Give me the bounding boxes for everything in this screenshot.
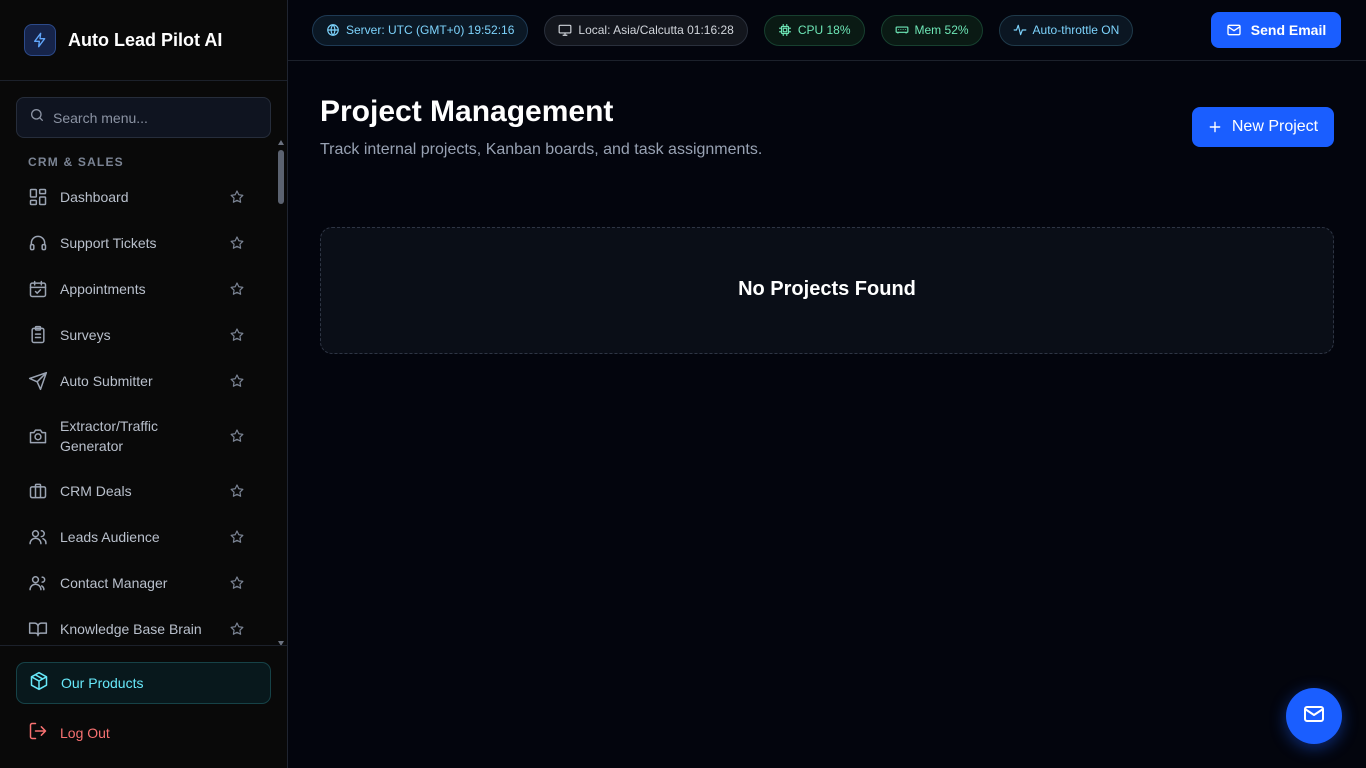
sidebar-item-appointments[interactable]: Appointments xyxy=(16,266,271,312)
page-content: Project Management Track internal projec… xyxy=(288,61,1366,354)
memory-pill: Mem 52% xyxy=(880,14,983,46)
logout-label: Log Out xyxy=(60,725,110,741)
memory-text: Mem 52% xyxy=(914,23,969,37)
send-email-label: Send Email xyxy=(1250,22,1327,38)
auto-throttle-text: Auto-throttle ON xyxy=(1032,23,1120,37)
sidebar-item-leads-audience[interactable]: Leads Audience xyxy=(16,514,271,560)
search-icon xyxy=(29,107,45,128)
star-icon[interactable] xyxy=(229,575,245,591)
sidebar: Auto Lead Pilot AI CRM & SALES Dashboard xyxy=(0,0,288,768)
search-wrapper xyxy=(0,81,287,138)
logout-icon xyxy=(28,721,48,746)
dashboard-grid-icon xyxy=(28,187,48,207)
send-email-button[interactable]: Send Email xyxy=(1211,12,1341,48)
star-icon[interactable] xyxy=(229,281,245,297)
book-open-icon xyxy=(28,619,48,639)
star-icon[interactable] xyxy=(229,483,245,499)
sidebar-item-label: Auto Submitter xyxy=(60,373,153,389)
sidebar-item-label: Knowledge Base Brain xyxy=(60,621,202,637)
search-box xyxy=(16,97,271,138)
star-icon[interactable] xyxy=(229,529,245,545)
app-root: Auto Lead Pilot AI CRM & SALES Dashboard xyxy=(0,0,1366,768)
server-time-text: Server: UTC (GMT+0) 19:52:16 xyxy=(346,23,515,37)
lightning-icon xyxy=(24,24,56,56)
sidebar-item-support-tickets[interactable]: Support Tickets xyxy=(16,220,271,266)
sidebar-item-label: Support Tickets xyxy=(60,235,157,251)
page-subtitle: Track internal projects, Kanban boards, … xyxy=(320,141,763,158)
memory-stick-icon xyxy=(895,23,909,37)
floating-mail-button[interactable] xyxy=(1286,688,1342,744)
sidebar-item-label: Surveys xyxy=(60,327,111,343)
globe-icon xyxy=(326,23,340,37)
scroll-up-arrow-icon[interactable] xyxy=(278,140,284,145)
page-title: Project Management xyxy=(320,95,614,128)
sidebar-scrollbar[interactable] xyxy=(277,138,285,645)
menu-area: CRM & SALES Dashboard Support Tickets Ap… xyxy=(0,138,287,645)
sidebar-item-dashboard[interactable]: Dashboard xyxy=(16,174,271,220)
auto-throttle-pill: Auto-throttle ON xyxy=(998,14,1134,46)
sidebar-item-label: Contact Manager xyxy=(60,575,168,591)
new-project-label: New Project xyxy=(1231,118,1319,135)
top-status-bar: Server: UTC (GMT+0) 19:52:16 Local: Asia… xyxy=(288,0,1366,61)
sidebar-item-label: Leads Audience xyxy=(60,529,160,545)
star-icon[interactable] xyxy=(229,189,245,205)
local-time-pill: Local: Asia/Calcutta 01:16:28 xyxy=(544,14,748,46)
plus-icon xyxy=(1208,120,1222,134)
sidebar-item-crm-deals[interactable]: CRM Deals xyxy=(16,468,271,514)
menu-list: Dashboard Support Tickets Appointments S… xyxy=(0,174,287,645)
cpu-text: CPU 18% xyxy=(797,23,851,37)
cpu-pill: CPU 18% xyxy=(763,14,865,46)
headset-icon xyxy=(28,233,48,253)
camera-icon xyxy=(28,426,48,446)
section-label-crm: CRM & SALES xyxy=(28,155,124,169)
package-icon xyxy=(29,671,49,696)
briefcase-icon xyxy=(28,481,48,501)
scroll-down-arrow-icon[interactable] xyxy=(278,641,284,645)
mail-icon xyxy=(1226,22,1242,38)
mail-icon xyxy=(1302,702,1326,731)
sidebar-item-auto-submitter[interactable]: Auto Submitter xyxy=(16,358,271,404)
brand-header: Auto Lead Pilot AI xyxy=(0,0,287,81)
star-icon[interactable] xyxy=(229,373,245,389)
server-time-pill: Server: UTC (GMT+0) 19:52:16 xyxy=(312,14,529,46)
activity-pulse-icon xyxy=(1013,23,1027,37)
empty-state-panel: No Projects Found xyxy=(320,227,1334,354)
sidebar-item-label: Appointments xyxy=(60,281,146,297)
sidebar-item-label: Dashboard xyxy=(60,189,129,205)
sidebar-item-extractor-traffic-generator[interactable]: Extractor/Traffic Generator xyxy=(16,404,271,468)
sidebar-item-surveys[interactable]: Surveys xyxy=(16,312,271,358)
star-icon[interactable] xyxy=(229,428,245,444)
send-icon xyxy=(28,371,48,391)
calendar-check-icon xyxy=(28,279,48,299)
sidebar-item-label: CRM Deals xyxy=(60,483,132,499)
logout-button[interactable]: Log Out xyxy=(16,712,271,754)
sidebar-item-label: Extractor/Traffic Generator xyxy=(60,418,159,454)
main-panel: Server: UTC (GMT+0) 19:52:16 Local: Asia… xyxy=(288,0,1366,768)
sidebar-item-knowledge-base-brain[interactable]: Knowledge Base Brain xyxy=(16,606,271,645)
our-products-button[interactable]: Our Products xyxy=(16,662,271,704)
sidebar-footer: Our Products Log Out xyxy=(0,645,287,768)
star-icon[interactable] xyxy=(229,621,245,637)
users-icon xyxy=(28,527,48,547)
search-input[interactable] xyxy=(53,109,253,126)
star-icon[interactable] xyxy=(229,235,245,251)
empty-state-text: No Projects Found xyxy=(738,278,916,300)
contacts-icon xyxy=(28,573,48,593)
cpu-chip-icon xyxy=(778,23,792,37)
monitor-icon xyxy=(558,23,572,37)
clipboard-list-icon xyxy=(28,325,48,345)
sidebar-item-contact-manager[interactable]: Contact Manager xyxy=(16,560,271,606)
scroll-thumb[interactable] xyxy=(278,150,284,204)
brand-name: Auto Lead Pilot AI xyxy=(68,29,223,50)
star-icon[interactable] xyxy=(229,327,245,343)
local-time-text: Local: Asia/Calcutta 01:16:28 xyxy=(578,23,734,37)
our-products-label: Our Products xyxy=(61,675,144,691)
new-project-button[interactable]: New Project xyxy=(1192,107,1334,147)
